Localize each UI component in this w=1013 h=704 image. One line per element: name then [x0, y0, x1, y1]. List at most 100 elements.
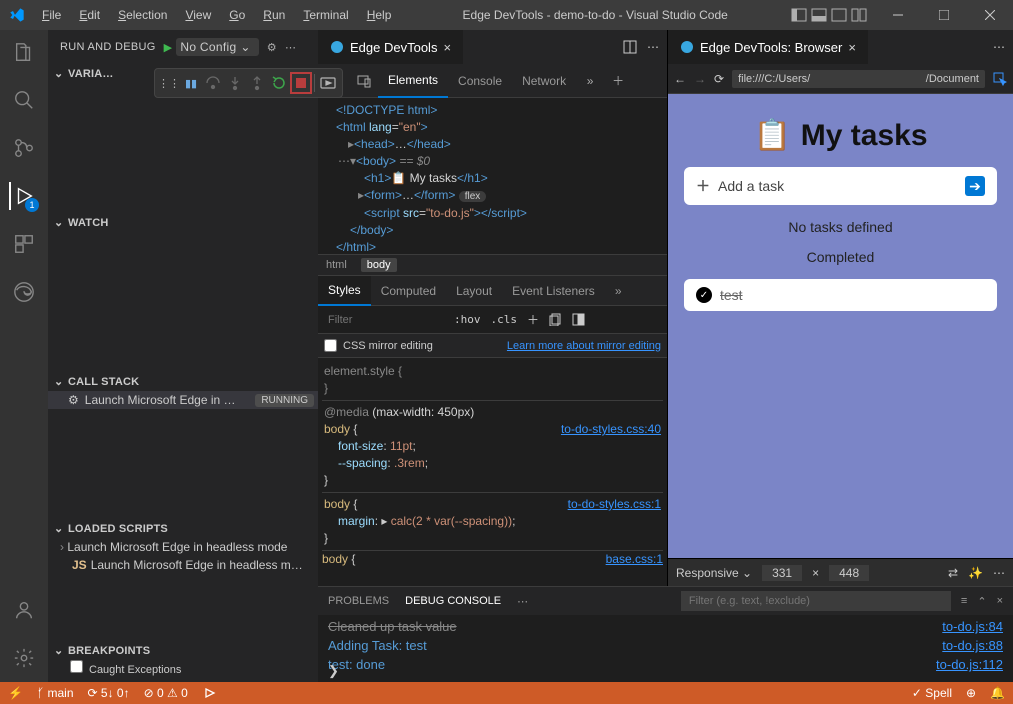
step-into-icon[interactable]: [224, 72, 246, 94]
more-icon[interactable]: ⋯: [285, 41, 296, 54]
more-icon[interactable]: ⋯: [517, 595, 528, 608]
layout-bottom-icon[interactable]: [811, 7, 827, 23]
layout-grid-icon[interactable]: [851, 7, 867, 23]
step-out-icon[interactable]: [246, 72, 268, 94]
close-button[interactable]: [967, 0, 1013, 30]
loaded-script-item[interactable]: JSLaunch Microsoft Edge in headless m…: [48, 556, 318, 574]
settings-icon[interactable]: [10, 644, 38, 672]
expand-icon[interactable]: »: [605, 276, 632, 306]
expand-icon[interactable]: »: [576, 74, 604, 88]
menu-selection[interactable]: Selection: [110, 4, 175, 26]
screencast-icon[interactable]: [317, 72, 339, 94]
extensions-icon[interactable]: [10, 230, 38, 258]
tab-network[interactable]: Network: [512, 64, 576, 98]
remote-icon[interactable]: ⚡: [8, 686, 23, 700]
stop-button[interactable]: [290, 72, 312, 94]
section-watch[interactable]: ⌄WATCH: [48, 213, 318, 232]
tab-browser[interactable]: Edge DevTools: Browser×: [668, 30, 869, 64]
forward-icon[interactable]: →: [694, 72, 706, 86]
console-prompt[interactable]: ❯: [328, 661, 339, 680]
branch-indicator[interactable]: ᚶ main: [37, 686, 74, 700]
errors-indicator[interactable]: ⊘ 0 ⚠ 0: [144, 686, 188, 700]
reload-icon[interactable]: ⟳: [714, 72, 724, 86]
menu-file[interactable]: File: [34, 4, 69, 26]
rotate-icon[interactable]: ⇄: [948, 566, 958, 580]
responsive-select[interactable]: Responsive ⌄: [676, 566, 752, 580]
gear-icon[interactable]: ⚙: [267, 41, 277, 54]
styles-pane[interactable]: element.style { } @media (max-width: 450…: [318, 358, 667, 586]
more-icon[interactable]: ⋯: [993, 40, 1005, 54]
debug-status-icon[interactable]: [202, 686, 216, 700]
explorer-icon[interactable]: [10, 38, 38, 66]
wand-icon[interactable]: ✨: [968, 566, 983, 580]
browser-viewport[interactable]: 📋My tasks ＋ Add a task ➔ No tasks define…: [668, 94, 1013, 558]
close-icon[interactable]: ×: [848, 40, 856, 55]
section-callstack[interactable]: ⌄CALL STACK: [48, 372, 318, 391]
add-task-input[interactable]: ＋ Add a task ➔: [684, 167, 997, 205]
back-icon[interactable]: ←: [674, 72, 686, 86]
scm-icon[interactable]: [10, 134, 38, 162]
more-icon[interactable]: ⋯: [647, 40, 659, 54]
width-input[interactable]: 331: [762, 565, 802, 581]
bell-icon[interactable]: 🔔: [990, 686, 1005, 700]
tab-devtools[interactable]: Edge DevTools×: [318, 30, 464, 64]
device-icon[interactable]: [350, 74, 378, 88]
close-icon[interactable]: ×: [443, 40, 451, 55]
url-bar[interactable]: file:///C:/Users//Document: [732, 70, 985, 88]
tab-computed[interactable]: Computed: [371, 276, 446, 306]
debug-config-select[interactable]: No Config⌄: [176, 38, 258, 56]
hov-button[interactable]: :hov: [454, 313, 481, 326]
section-loaded-scripts[interactable]: ⌄LOADED SCRIPTS: [48, 519, 318, 538]
loaded-script-item[interactable]: › Launch Microsoft Edge in headless mode: [48, 538, 318, 556]
breakpoint-item[interactable]: Caught Exceptions: [48, 660, 318, 676]
mirror-checkbox[interactable]: [324, 339, 337, 352]
menu-edit[interactable]: Edit: [71, 4, 108, 26]
drag-handle-icon[interactable]: ⋮⋮: [158, 72, 180, 94]
close-icon[interactable]: ×: [997, 595, 1003, 607]
menu-help[interactable]: Help: [359, 4, 400, 26]
debug-icon[interactable]: 1: [9, 182, 37, 210]
inspect-icon[interactable]: [993, 72, 1007, 86]
check-icon[interactable]: ✓: [696, 287, 712, 303]
mirror-link[interactable]: Learn more about mirror editing: [507, 340, 661, 352]
spell-indicator[interactable]: ✓ Spell: [912, 686, 952, 700]
section-breakpoints[interactable]: ⌄BREAKPOINTS: [48, 641, 318, 660]
maximize-button[interactable]: [921, 0, 967, 30]
menu-terminal[interactable]: Terminal: [295, 4, 356, 26]
layout-right-icon[interactable]: [831, 7, 847, 23]
edge-icon[interactable]: [10, 278, 38, 306]
search-icon[interactable]: [10, 86, 38, 114]
tab-layout[interactable]: Layout: [446, 276, 502, 306]
menu-run[interactable]: Run: [255, 4, 293, 26]
submit-icon[interactable]: ➔: [965, 176, 985, 196]
cls-button[interactable]: .cls: [491, 313, 518, 326]
filter-icon[interactable]: ≡: [961, 595, 967, 607]
height-input[interactable]: 448: [829, 565, 869, 581]
panel-filter-input[interactable]: [681, 591, 951, 611]
task-item[interactable]: ✓ test: [684, 279, 997, 311]
feedback-icon[interactable]: ⊕: [966, 686, 976, 700]
tab-styles[interactable]: Styles: [318, 276, 371, 306]
tab-listeners[interactable]: Event Listeners: [502, 276, 605, 306]
restart-icon[interactable]: [268, 72, 290, 94]
dom-breadcrumb[interactable]: html body: [318, 254, 667, 276]
sync-indicator[interactable]: ⟳ 5↓ 0↑: [88, 686, 130, 700]
dom-tree[interactable]: <!DOCTYPE html> <html lang="en"> ▸<head>…: [318, 98, 667, 254]
layout-left-icon[interactable]: [791, 7, 807, 23]
more-icon[interactable]: ⋯: [993, 566, 1005, 580]
toggle-icon[interactable]: [572, 313, 585, 326]
debug-toolbar[interactable]: ⋮⋮ ▮▮: [154, 68, 343, 98]
minimize-button[interactable]: [875, 0, 921, 30]
start-debug-icon[interactable]: ▶: [164, 41, 173, 54]
caught-exceptions-checkbox[interactable]: [70, 660, 83, 673]
callstack-item[interactable]: ⚙ Launch Microsoft Edge in … RUNNING: [48, 391, 318, 409]
step-over-icon[interactable]: [202, 72, 224, 94]
add-tab-icon[interactable]: ＋: [604, 72, 632, 89]
collapse-icon[interactable]: ⌃: [977, 595, 986, 608]
split-icon[interactable]: [623, 40, 637, 54]
pause-icon[interactable]: ▮▮: [180, 72, 202, 94]
styles-filter-input[interactable]: [324, 310, 444, 330]
menu-view[interactable]: View: [177, 4, 219, 26]
account-icon[interactable]: [10, 596, 38, 624]
menu-go[interactable]: Go: [221, 4, 253, 26]
